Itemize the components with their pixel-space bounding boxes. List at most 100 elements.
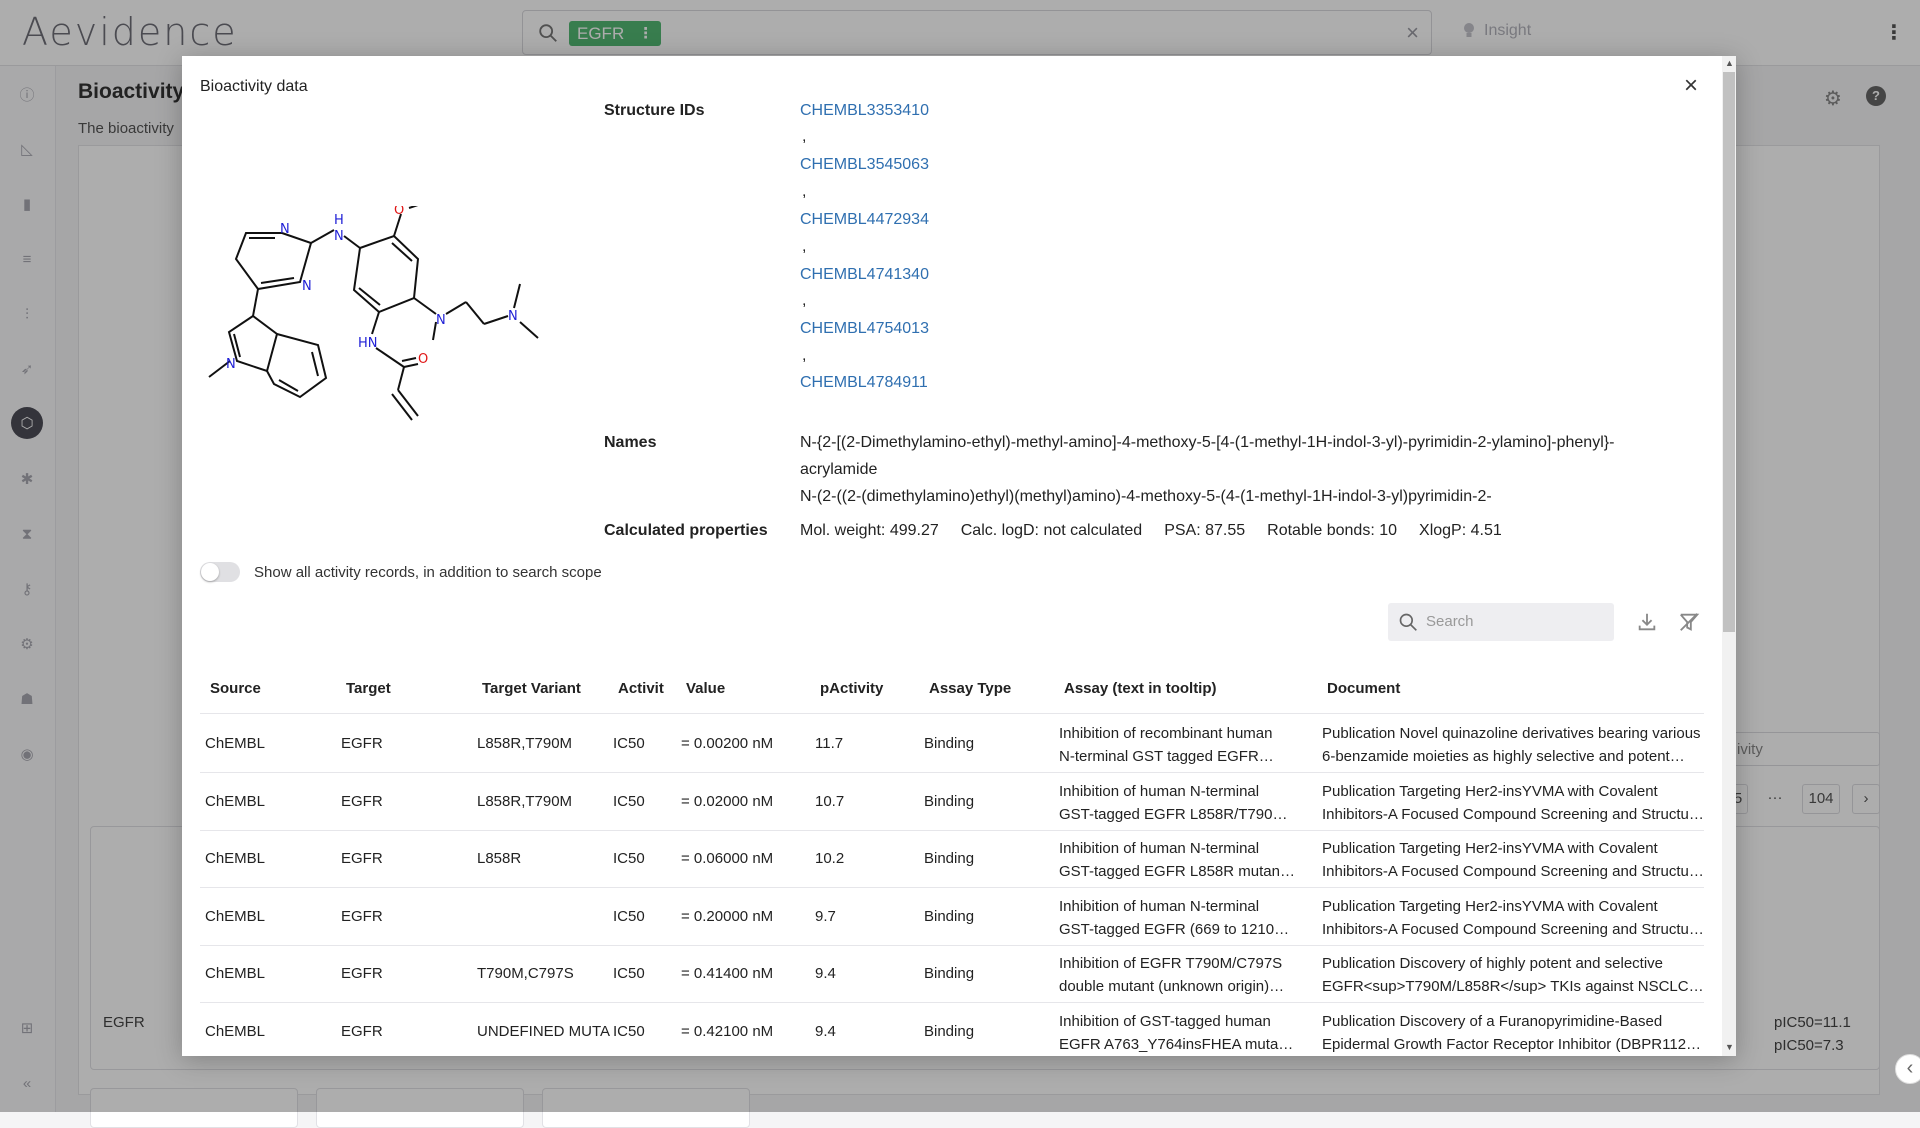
cell-assay[interactable]: Inhibition of recombinant human N-termina… [1059, 722, 1299, 768]
column-header-target-variant[interactable]: Target Variant [482, 680, 592, 697]
column-header-activity[interactable]: Activit [618, 680, 664, 697]
column-header-value[interactable]: Value [686, 680, 786, 697]
search-icon [1399, 613, 1417, 631]
column-header-document[interactable]: Document [1327, 680, 1447, 697]
table-search-input[interactable]: Search [1388, 603, 1614, 641]
show-all-records-label: Show all activity records, in addition t… [254, 564, 602, 581]
column-header-source[interactable]: Source [210, 680, 310, 697]
cell-value: = 0.06000 nM [681, 850, 774, 867]
clear-filter-icon[interactable] [1678, 611, 1700, 633]
cell-source: ChEMBL [205, 850, 266, 867]
cell-document[interactable]: Publication Targeting Her2-insYVMA with … [1322, 780, 1704, 826]
cell-target-variant: L858R,T790M [477, 792, 573, 810]
assay-line: GST-tagged EGFR (669 to 1210… [1059, 920, 1290, 938]
cell-document[interactable]: Publication Discovery of highly potent a… [1322, 952, 1704, 998]
toggle-knob [201, 563, 219, 581]
cell-target-variant: T790M,C797S [477, 965, 574, 982]
cell-assay[interactable]: Inhibition of GST-tagged human EGFR A763_… [1059, 1010, 1299, 1056]
cell-assay-type: Binding [924, 792, 975, 810]
atom-label: N [436, 313, 446, 328]
document-line: Inhibitors-A Focused Compound Screening … [1322, 920, 1704, 938]
cell-assay-type: Binding [924, 907, 975, 925]
scroll-down-icon[interactable]: ▼ [1725, 1042, 1734, 1052]
cell-assay[interactable]: Inhibition of human N-terminal GST-tagged… [1059, 895, 1299, 941]
document-line: Publication Discovery of a Furanopyrimid… [1322, 1012, 1663, 1030]
cell-pactivity: 9.4 [815, 1022, 836, 1040]
calculated-properties-label: Calculated properties [604, 522, 768, 539]
xlogp: XlogP: 4.51 [1419, 522, 1502, 539]
cell-pactivity: 11.7 [815, 735, 844, 752]
cell-activity: IC50 [613, 965, 645, 982]
atom-label: N [226, 357, 236, 372]
cell-activity: IC50 [613, 850, 645, 867]
cell-target: EGFR [341, 850, 383, 867]
cell-target-variant: L858R,T790M [477, 735, 573, 752]
cell-document[interactable]: Publication Targeting Her2-insYVMA with … [1322, 895, 1704, 941]
cell-document[interactable]: Publication Targeting Her2-insYVMA with … [1322, 837, 1704, 883]
structure-id-link[interactable]: CHEMBL3353410 [800, 102, 929, 120]
cell-target: EGFR [341, 1022, 383, 1040]
atom-label: N [280, 222, 290, 237]
table-row[interactable]: ChEMBL EGFR IC50 = 0.20000 nM 9.7 Binding Inhi… [200, 888, 1704, 946]
assay-line: Inhibition of human N-terminal [1059, 782, 1260, 800]
column-header-assay-type[interactable]: Assay Type [929, 680, 1029, 697]
column-header-pactivity[interactable]: pActivity [820, 680, 920, 697]
download-icon[interactable] [1636, 611, 1658, 633]
cell-assay[interactable]: Inhibition of human N-terminal GST-tagged… [1059, 837, 1299, 883]
structure-id-link[interactable]: CHEMBL4754013 [800, 320, 929, 338]
cell-target-variant: L858R [477, 850, 522, 867]
assay-line: double mutant (unknown origin)… [1059, 978, 1285, 995]
show-all-records-toggle[interactable] [200, 562, 240, 582]
cell-target: EGFR [341, 965, 383, 982]
document-line: 6-benzamide moieties as highly selective… [1322, 748, 1685, 765]
cell-assay-type: Binding [924, 1022, 975, 1040]
document-line: Epidermal Growth Factor Receptor Inhibit… [1322, 1035, 1704, 1053]
bioactivity-dialog: Bioactivity data × N N H N O N HN O N N … [182, 56, 1736, 1056]
cell-assay[interactable]: Inhibition of EGFR T790M/C797S double mut… [1059, 952, 1299, 998]
table-row[interactable]: ChEMBL EGFR UNDEFINED MUTA IC50 = 0.42100 nM… [200, 1003, 1704, 1057]
assay-line: GST-tagged EGFR L858R mutant… [1059, 863, 1299, 880]
search-placeholder: Search [1426, 613, 1474, 630]
scroll-up-icon[interactable]: ▲ [1725, 58, 1734, 68]
table-row[interactable]: ChEMBL EGFR T790M,C797S IC50 = 0.41400 nM 9.4… [200, 945, 1704, 1003]
cell-document[interactable]: Publication Novel quinazoline derivative… [1322, 722, 1704, 768]
side-panel-toggle[interactable]: ‹ [1895, 1054, 1920, 1084]
atom-label: N [334, 229, 344, 244]
table-header: Source Target Target Variant Activit Val… [200, 664, 1704, 714]
document-line: Publication Discovery of highly potent a… [1322, 955, 1664, 972]
cell-document[interactable]: Publication Discovery of a Furanopyrimid… [1322, 1010, 1704, 1056]
cell-assay-type: Binding [924, 850, 975, 867]
column-header-assay[interactable]: Assay (text in tooltip) [1064, 680, 1254, 697]
rotatable-bonds: Rotable bonds: 10 [1267, 522, 1398, 539]
cell-source: ChEMBL [205, 792, 266, 810]
close-dialog-icon[interactable]: × [1684, 74, 1698, 98]
structure-id-link[interactable]: CHEMBL4741340 [800, 266, 929, 284]
cell-activity: IC50 [613, 907, 645, 925]
structure-id-link[interactable]: CHEMBL4784911 [800, 374, 928, 392]
cell-activity: IC50 [613, 792, 645, 810]
cell-target: EGFR [341, 792, 383, 810]
dialog-scrollbar[interactable]: ▲ ▼ [1722, 56, 1736, 1056]
structure-ids-label: Structure IDs [604, 102, 705, 119]
table-row[interactable]: ChEMBL EGFR L858R,T790M IC50 = 0.00200 nM 11.… [200, 715, 1704, 773]
column-header-target[interactable]: Target [346, 680, 446, 697]
cell-target-variant: UNDEFINED MUTA [477, 1022, 611, 1040]
atom-label: HN [358, 336, 378, 351]
assay-line: Inhibition of EGFR T790M/C797S [1059, 955, 1283, 972]
scrollbar-thumb[interactable] [1723, 72, 1735, 632]
structure-id-link[interactable]: CHEMBL4472934 [800, 211, 929, 229]
cell-assay[interactable]: Inhibition of human N-terminal GST-tagged… [1059, 780, 1299, 826]
id-separator: , [802, 183, 807, 200]
cell-pactivity: 9.7 [815, 907, 836, 925]
id-separator: , [802, 238, 807, 255]
table-row[interactable]: ChEMBL EGFR L858R,T790M IC50 = 0.02000 nM 10.… [200, 773, 1704, 831]
structure-id-link[interactable]: CHEMBL3545063 [800, 156, 929, 174]
assay-line: Inhibition of human N-terminal [1059, 840, 1260, 857]
cell-source: ChEMBL [205, 735, 266, 752]
cell-source: ChEMBL [205, 907, 266, 925]
table-row[interactable]: ChEMBL EGFR L858R IC50 = 0.06000 nM 10.2 Bindi… [200, 830, 1704, 888]
id-separator: , [802, 128, 807, 145]
cell-pactivity: 10.2 [815, 850, 845, 867]
atom-label: N [302, 279, 312, 294]
document-line: Inhibitors-A Focused Compound Screening … [1322, 805, 1704, 823]
